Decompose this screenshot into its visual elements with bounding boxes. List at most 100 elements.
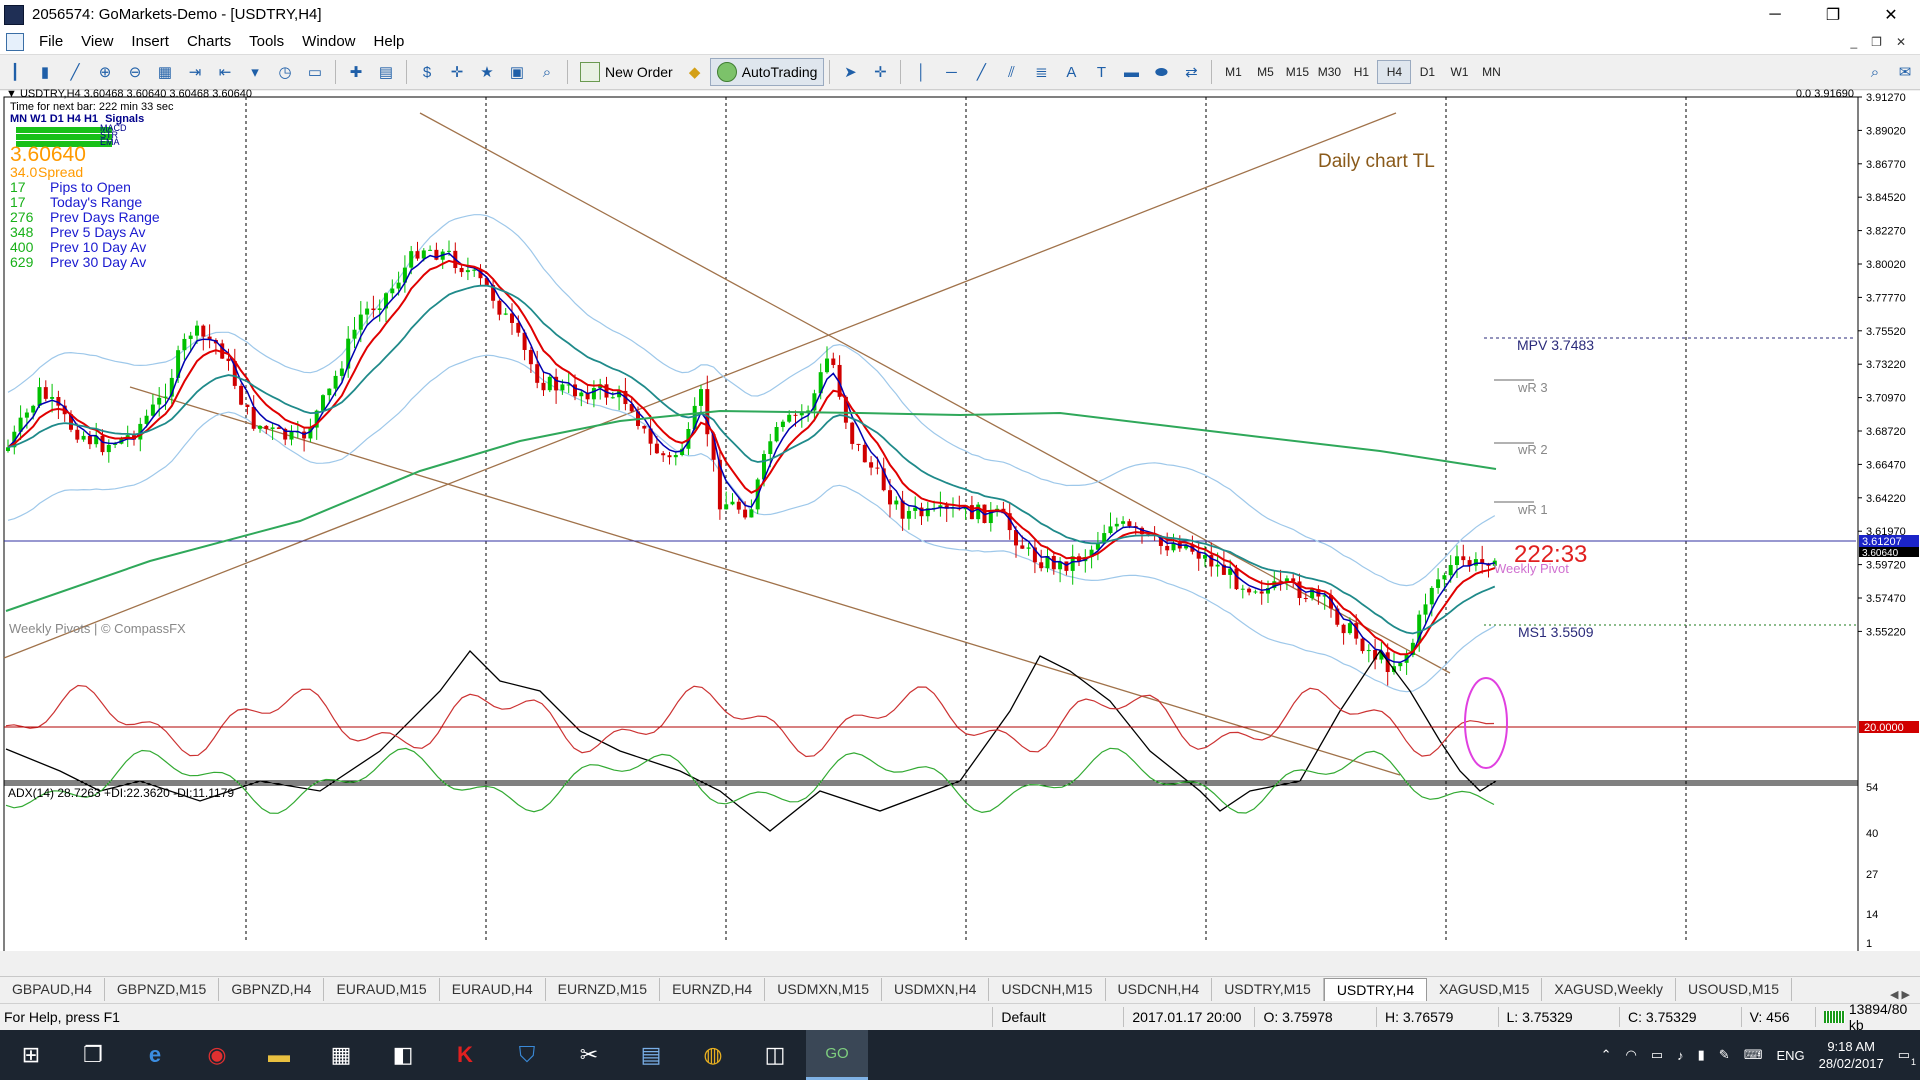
edge-icon[interactable]: e [124,1030,186,1080]
templates-icon[interactable]: ▭ [302,59,328,85]
timeframe-m5[interactable]: M5 [1249,65,1281,79]
chart-tab[interactable]: XAGUSD,Weekly [1542,978,1677,1001]
network-icon[interactable]: ▭ [1651,1047,1663,1063]
autotrading-button[interactable]: AutoTrading [709,58,825,86]
close-button[interactable]: ✕ [1862,0,1920,29]
mdi-close-button[interactable]: ✕ [1896,35,1906,49]
chart-tab[interactable]: GBPNZD,H4 [219,978,325,1001]
vertical-line-icon[interactable]: │ [908,59,934,85]
menu-help[interactable]: Help [365,33,414,50]
timeframe-d1[interactable]: D1 [1411,65,1443,79]
task-view-icon[interactable]: ❐ [62,1030,124,1080]
chart-tab[interactable]: USDTRY,H4 [1323,978,1428,1001]
navigator-icon[interactable]: ★ [474,59,500,85]
calculator-icon[interactable]: ▦ [310,1030,372,1080]
start-icon[interactable]: ⊞ [0,1030,62,1080]
timeframe-mn[interactable]: MN [1475,65,1507,79]
chart-window[interactable]: 3.91270 3.89020 3.86770 3.84520 3.82270 3.800… [0,88,1920,951]
menu-view[interactable]: View [72,33,122,50]
chart-tab[interactable]: USDMXN,H4 [882,978,990,1001]
metatrader-icon[interactable]: ◉ [186,1030,248,1080]
battery-icon[interactable]: ▮ [1698,1047,1705,1063]
terminal-icon[interactable]: ▣ [504,59,530,85]
chart-tab[interactable]: USDTRY,M15 [1212,978,1324,1001]
auto-scroll-icon[interactable]: ⇥ [182,59,208,85]
timeframe-m30[interactable]: M30 [1313,65,1345,79]
market-watch-icon[interactable]: $ [414,59,440,85]
gomarkets-icon[interactable]: GO [806,1030,868,1080]
arrows-icon[interactable]: ⇄ [1178,59,1204,85]
ellipse-icon[interactable]: ⬬ [1148,59,1174,85]
timeframe-h4[interactable]: H4 [1377,60,1412,84]
trendline-icon[interactable]: ╱ [968,59,994,85]
camera-icon[interactable]: ◫ [744,1030,806,1080]
chrome-icon[interactable]: ◍ [682,1030,744,1080]
text-label-icon[interactable]: T [1088,59,1114,85]
horizontal-line-icon[interactable]: ─ [938,59,964,85]
tab-scroll-arrows[interactable]: ◀ ▶ [1890,988,1920,1001]
language-indicator[interactable]: ENG [1776,1048,1804,1063]
text-icon[interactable]: A [1058,59,1084,85]
indicators-icon[interactable]: ▾ [242,59,268,85]
menu-file[interactable]: File [30,33,72,50]
crosshair-icon[interactable]: ✛ [867,59,893,85]
chart-tab[interactable]: GBPAUD,H4 [0,978,105,1001]
zoom-out-icon[interactable]: ⊖ [122,59,148,85]
mdi-minimize-button[interactable]: _ [1850,35,1857,49]
mdi-restore-button[interactable]: ❐ [1871,35,1882,49]
bar-chart-icon[interactable]: ┃ [2,59,28,85]
chart-shift-icon[interactable]: ⇤ [212,59,238,85]
daily-chart-trendline[interactable] [3,112,1397,659]
chart-tab[interactable]: USDMXN,M15 [765,978,883,1001]
messaging-icon[interactable]: ▤ [620,1030,682,1080]
data-window-icon[interactable]: ✛ [444,59,470,85]
rectangle-icon[interactable]: ▬ [1118,59,1144,85]
chart-tab[interactable]: USDCNH,H4 [1106,978,1213,1001]
chart-tab[interactable]: EURNZD,M15 [546,978,661,1001]
chat-icon[interactable]: ✉ [1892,59,1918,85]
channel-icon[interactable]: ⫽ [998,59,1024,85]
new-order-button[interactable]: New Order [573,58,680,86]
price-chart[interactable]: 3.91270 3.89020 3.86770 3.84520 3.82270 3.800… [0,91,1920,951]
snipping-tool-icon[interactable]: ✂ [558,1030,620,1080]
menu-insert[interactable]: Insert [122,33,178,50]
chart-window-icon[interactable] [6,32,24,51]
minimize-button[interactable]: ─ [1746,0,1804,29]
candlestick-icon[interactable]: ▮ [32,59,58,85]
maximize-button[interactable]: ❐ [1804,0,1862,29]
daily-chart-tl-label[interactable]: Daily chart TL [1318,151,1435,173]
tile-windows-icon[interactable]: ▦ [152,59,178,85]
metaeditor-icon[interactable]: ◆ [682,59,708,85]
store-icon[interactable]: ◧ [372,1030,434,1080]
new-chart-icon[interactable]: ✚ [343,59,369,85]
profiles-icon[interactable]: ▤ [373,59,399,85]
strategy-tester-icon[interactable]: ⌕ [534,59,560,85]
cursor-icon[interactable]: ➤ [837,59,863,85]
chart-tab[interactable]: EURAUD,M15 [324,978,440,1001]
search-icon[interactable]: ⌕ [1862,59,1888,85]
pen-icon[interactable]: ✎ [1719,1047,1730,1063]
menu-charts[interactable]: Charts [178,33,240,50]
timeframe-m15[interactable]: M15 [1281,65,1313,79]
kaspersky-icon[interactable]: K [434,1030,496,1080]
file-explorer-icon[interactable]: ▬ [248,1030,310,1080]
menu-window[interactable]: Window [293,33,364,50]
chart-tab[interactable]: USDCNH,M15 [989,978,1106,1001]
periods-icon[interactable]: ◷ [272,59,298,85]
timeframe-h1[interactable]: H1 [1345,65,1377,79]
chart-tab[interactable]: XAGUSD,M15 [1427,978,1543,1001]
keyboard-icon[interactable]: ⌨ [1744,1047,1763,1063]
fibonacci-icon[interactable]: ≣ [1028,59,1054,85]
zoom-in-icon[interactable]: ⊕ [92,59,118,85]
chart-tab[interactable]: EURNZD,H4 [660,978,766,1001]
clock[interactable]: 9:18 AM 28/02/2017 [1819,1038,1884,1072]
volume-icon[interactable]: ♪ [1677,1048,1684,1063]
shield-icon[interactable]: ⛉ [496,1030,558,1080]
chart-tab[interactable]: GBPNZD,M15 [105,978,220,1001]
chart-tab[interactable]: EURAUD,H4 [440,978,546,1001]
show-hidden-icon[interactable]: ⌃ [1601,1047,1612,1063]
menu-tools[interactable]: Tools [240,33,293,50]
wifi-icon[interactable]: ◠ [1625,1047,1636,1063]
line-chart-icon[interactable]: ╱ [62,59,88,85]
chart-tab[interactable]: USOUSD,M15 [1676,978,1793,1001]
